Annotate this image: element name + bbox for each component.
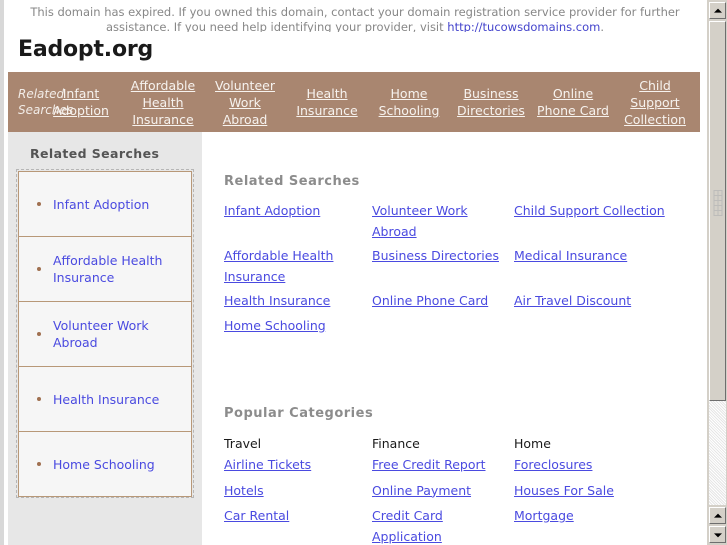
topnav-link-volunteer-work-abroad[interactable]: Volunteer Work Abroad (204, 77, 286, 128)
scrollbar-grip-icon (713, 190, 722, 216)
topnav-link-affordable-health-insurance[interactable]: Affordable Health Insurance (122, 77, 204, 128)
scroll-down-button[interactable] (709, 526, 726, 543)
topnav-link-child-support-collection[interactable]: Child Support Collection (614, 77, 696, 128)
category-link-foreclosures[interactable]: Foreclosures (514, 455, 690, 481)
sidebar-item-label: Volunteer Work Abroad (53, 318, 149, 350)
topnav-link-business-directories[interactable]: Business Directories (450, 85, 532, 119)
content-row: Related Searches Infant Adoption Afforda… (8, 132, 700, 545)
category-link-car-rental[interactable]: Car Rental (224, 506, 372, 532)
topnav-link-infant-adoption[interactable]: Infant Adoption (40, 85, 122, 119)
category-link-credit-card-application[interactable]: Credit Card Application (372, 506, 514, 545)
sidebar-item-health-insurance[interactable]: Health Insurance (18, 366, 192, 432)
category-link-online-payment[interactable]: Online Payment (372, 481, 514, 507)
scrollbar-thumb[interactable] (709, 21, 726, 401)
related-link-child-support-collection[interactable]: Child Support Collection (514, 201, 690, 226)
category-column-finance: Finance Free Credit Report Online Paymen… (372, 433, 514, 545)
scroll-up-top-button[interactable] (709, 2, 726, 19)
bullet-icon (37, 397, 41, 401)
related-searches-heading: Related Searches (224, 174, 360, 189)
sidebar-item-volunteer-work-abroad[interactable]: Volunteer Work Abroad (18, 301, 192, 367)
related-searches-grid: Infant Adoption Volunteer Work Abroad Ch… (224, 201, 690, 340)
triangle-down-icon (713, 532, 722, 537)
category-column-travel: Travel Airline Tickets Hotels Car Rental (224, 433, 372, 545)
category-title-finance: Finance (372, 436, 420, 451)
bullet-icon (37, 202, 41, 206)
bullet-icon (37, 462, 41, 466)
category-link-hotels[interactable]: Hotels (224, 481, 372, 507)
triangle-up-icon (713, 8, 722, 13)
category-link-houses-for-sale[interactable]: Houses For Sale (514, 481, 690, 507)
category-link-airline-tickets[interactable]: Airline Tickets (224, 455, 372, 481)
scroll-up-button[interactable] (709, 507, 726, 524)
page-canvas: This domain has expired. If you owned th… (4, 0, 706, 545)
related-link-affordable-health-insurance[interactable]: Affordable Health Insurance (224, 246, 372, 291)
category-link-mortgage[interactable]: Mortgage (514, 506, 690, 532)
top-navigation-bar: Related Searches Infant Adoption Afforda… (8, 72, 700, 132)
related-link-online-phone-card[interactable]: Online Phone Card (372, 291, 514, 316)
related-link-health-insurance[interactable]: Health Insurance (224, 291, 372, 316)
sidebar-item-label: Health Insurance (53, 391, 160, 407)
popular-categories-grid: Travel Airline Tickets Hotels Car Rental… (224, 433, 690, 545)
sidebar-item-label: Home Schooling (53, 456, 155, 472)
related-link-infant-adoption[interactable]: Infant Adoption (224, 201, 372, 226)
related-link-business-directories[interactable]: Business Directories (372, 246, 514, 271)
main-content: Related Searches Infant Adoption Volunte… (202, 132, 700, 545)
topnav-links: Infant Adoption Affordable Health Insura… (53, 77, 696, 128)
related-link-home-schooling[interactable]: Home Schooling (224, 316, 372, 341)
topnav-link-online-phone-card[interactable]: Online Phone Card (532, 85, 614, 119)
popular-categories-heading: Popular Categories (224, 406, 374, 421)
related-searches-section: Related Searches Infant Adoption Volunte… (224, 132, 690, 340)
category-column-home: Home Foreclosures Houses For Sale Mortga… (514, 433, 690, 545)
bullet-icon (37, 332, 41, 336)
sidebar-heading: Related Searches (30, 146, 160, 161)
sidebar-item-label: Infant Adoption (53, 196, 150, 212)
sidebar-item-infant-adoption[interactable]: Infant Adoption (18, 171, 192, 237)
bullet-icon (37, 267, 41, 271)
related-link-air-travel-discount[interactable]: Air Travel Discount (514, 291, 690, 316)
sidebar-item-affordable-health-insurance[interactable]: Affordable Health Insurance (18, 236, 192, 302)
category-link-free-credit-report[interactable]: Free Credit Report (372, 455, 514, 481)
browser-viewport: This domain has expired. If you owned th… (0, 0, 727, 545)
sidebar-list: Infant Adoption Affordable Health Insura… (16, 169, 194, 498)
sidebar: Related Searches Infant Adoption Afforda… (8, 132, 202, 545)
popular-categories-section: Popular Categories Travel Airline Ticket… (224, 340, 690, 545)
page-title: Eadopt.org (4, 32, 706, 70)
vertical-scrollbar[interactable] (706, 0, 727, 545)
triangle-up-icon (713, 513, 722, 518)
sidebar-item-label: Affordable Health Insurance (53, 253, 163, 285)
topnav-link-home-schooling[interactable]: Home Schooling (368, 85, 450, 119)
sidebar-item-home-schooling[interactable]: Home Schooling (18, 431, 192, 497)
related-link-medical-insurance[interactable]: Medical Insurance (514, 246, 690, 271)
category-title-home: Home (514, 436, 551, 451)
related-link-volunteer-work-abroad[interactable]: Volunteer Work Abroad (372, 201, 514, 246)
topnav-link-health-insurance[interactable]: Health Insurance (286, 85, 368, 119)
category-title-travel: Travel (224, 436, 262, 451)
